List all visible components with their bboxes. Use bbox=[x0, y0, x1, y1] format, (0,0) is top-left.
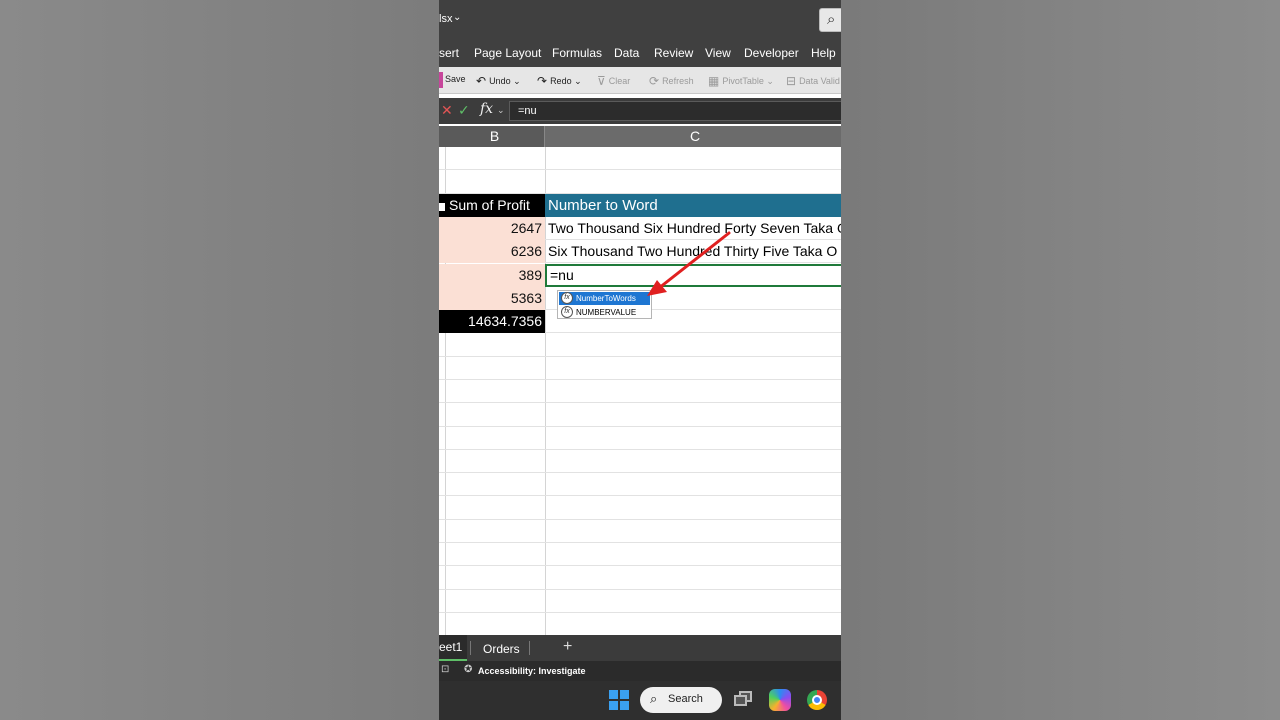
data-validation-button[interactable]: ⊟ Data Valid bbox=[786, 74, 840, 88]
chrome-icon[interactable] bbox=[807, 690, 827, 710]
autocomplete-option[interactable]: fx NumberToWords bbox=[559, 292, 650, 305]
excel-window: lsx ⌄ ⌕ sert Page Layout Formulas Data R… bbox=[439, 0, 841, 720]
redo-button[interactable]: ↷ Redo ⌄ bbox=[537, 74, 582, 88]
insert-function-button[interactable]: fx bbox=[480, 101, 493, 117]
chevron-down-icon[interactable]: ⌄ bbox=[574, 76, 582, 86]
accessibility-icon: ✪ bbox=[464, 664, 473, 675]
table-row bbox=[439, 147, 841, 171]
search-icon: ⌕ bbox=[827, 11, 836, 28]
filter-clear-icon: ⊽ bbox=[597, 74, 606, 88]
formula-autocomplete: fx NumberToWords fx NUMBERVALUE bbox=[557, 290, 652, 319]
table-row bbox=[439, 473, 841, 497]
sheet-tab-active[interactable]: eet1 bbox=[439, 635, 467, 661]
tab-review[interactable]: Review bbox=[654, 46, 693, 60]
taskbar-search[interactable]: ⌕ Search bbox=[640, 687, 722, 713]
text-cell[interactable]: Two Thousand Six Hundred Forty Seven Tak… bbox=[545, 217, 841, 240]
table-row bbox=[439, 450, 841, 474]
tab-formulas[interactable]: Formulas bbox=[552, 46, 602, 60]
file-name[interactable]: lsx bbox=[439, 13, 452, 25]
column-header-b[interactable]: B bbox=[445, 126, 545, 147]
cancel-icon[interactable]: ✕ bbox=[441, 102, 453, 119]
spreadsheet-grid[interactable]: Sum of Profit Number to Word 2647 Two Th… bbox=[439, 147, 841, 635]
table-row bbox=[439, 566, 841, 590]
table-row bbox=[439, 357, 841, 380]
title-bar: lsx ⌄ ⌕ bbox=[439, 0, 841, 40]
refresh-icon: ⟳ bbox=[649, 74, 660, 88]
chevron-down-icon[interactable]: ⌄ bbox=[513, 76, 521, 86]
data-validation-icon: ⊟ bbox=[786, 74, 797, 88]
status-bar: ⊡ ✪ Accessibility: Investigate bbox=[439, 661, 841, 681]
save-button[interactable]: Save bbox=[445, 74, 466, 84]
filter-icon[interactable] bbox=[439, 202, 445, 211]
value-cell[interactable]: 389 bbox=[439, 263, 545, 287]
add-sheet-button[interactable]: + bbox=[563, 638, 572, 656]
table-row bbox=[439, 497, 841, 520]
accessibility-status[interactable]: Accessibility: Investigate bbox=[478, 666, 586, 676]
task-view-icon[interactable] bbox=[734, 691, 752, 707]
tab-view[interactable]: View bbox=[705, 46, 731, 60]
table-row: 6236 Six Thousand Two Hundred Thirty Fiv… bbox=[439, 240, 841, 264]
quick-toolbar: Save ↶ Undo ⌄ ↷ Redo ⌄ ⊽ Clear ⟳ Refresh ▦ Pi… bbox=[439, 67, 841, 94]
tab-insert[interactable]: sert bbox=[439, 46, 459, 60]
chevron-down-icon[interactable]: ⌄ bbox=[453, 12, 461, 23]
table-row bbox=[439, 613, 841, 635]
tab-help[interactable]: Help bbox=[811, 46, 836, 60]
undo-button[interactable]: ↶ Undo ⌄ bbox=[476, 74, 521, 88]
formula-bar: ✕ ✓ fx ⌄ =nu bbox=[439, 98, 841, 124]
header-cell[interactable]: Number to Word bbox=[545, 193, 841, 217]
clear-button[interactable]: ⊽ Clear bbox=[597, 74, 630, 88]
tab-developer[interactable]: Developer bbox=[744, 46, 799, 60]
tab-divider bbox=[470, 641, 471, 655]
copilot-icon[interactable] bbox=[769, 689, 791, 711]
chevron-down-icon[interactable]: ⌄ bbox=[497, 105, 505, 116]
formula-input[interactable]: =nu bbox=[509, 101, 841, 121]
windows-taskbar: ⌕ Search bbox=[439, 681, 841, 720]
column-header-c[interactable]: C bbox=[545, 126, 841, 147]
table-row bbox=[439, 543, 841, 567]
function-icon: fx bbox=[561, 292, 573, 304]
sheet-tab-orders[interactable]: Orders bbox=[483, 642, 520, 656]
undo-icon: ↶ bbox=[476, 74, 487, 88]
table-row bbox=[439, 380, 841, 404]
value-cell[interactable]: 5363 bbox=[439, 286, 545, 310]
tab-data[interactable]: Data bbox=[614, 46, 639, 60]
table-row bbox=[439, 427, 841, 450]
grand-total-cell[interactable]: 14634.7356 bbox=[439, 310, 545, 334]
table-row: 389 =nu bbox=[439, 263, 841, 287]
windows-start-icon[interactable] bbox=[609, 690, 629, 710]
refresh-button[interactable]: ⟳ Refresh bbox=[649, 74, 694, 88]
ribbon-tabs: sert Page Layout Formulas Data Review Vi… bbox=[439, 40, 841, 67]
value-cell[interactable]: 2647 bbox=[439, 216, 545, 240]
table-row: Sum of Profit Number to Word bbox=[439, 193, 841, 217]
search-button[interactable]: ⌕ bbox=[819, 8, 841, 32]
function-icon: fx bbox=[561, 306, 573, 318]
autocomplete-option[interactable]: fx NUMBERVALUE bbox=[559, 306, 650, 319]
redo-icon: ↷ bbox=[537, 74, 548, 88]
table-row bbox=[439, 333, 841, 357]
table-row bbox=[439, 520, 841, 544]
check-icon[interactable]: ✓ bbox=[458, 102, 470, 119]
table-row: 2647 Two Thousand Six Hundred Forty Seve… bbox=[439, 216, 841, 241]
pivottable-button[interactable]: ▦ PivotTable ⌄ bbox=[708, 74, 774, 88]
table-row bbox=[439, 170, 841, 194]
active-edit-cell[interactable]: =nu bbox=[545, 263, 841, 287]
tab-page-layout[interactable]: Page Layout bbox=[474, 46, 541, 60]
macro-recorder-icon[interactable]: ⊡ bbox=[441, 664, 449, 675]
column-headers: B C bbox=[439, 126, 841, 147]
pivot-header-cell[interactable]: Sum of Profit bbox=[439, 193, 545, 217]
sheet-tabs: eet1 Orders + bbox=[439, 635, 841, 661]
chevron-down-icon[interactable]: ⌄ bbox=[766, 76, 774, 86]
value-cell[interactable]: 6236 bbox=[439, 240, 545, 264]
table-row bbox=[439, 590, 841, 613]
save-icon bbox=[439, 72, 443, 88]
tab-divider bbox=[529, 641, 530, 655]
search-icon: ⌕ bbox=[650, 691, 658, 706]
table-row bbox=[439, 403, 841, 427]
text-cell[interactable]: Six Thousand Two Hundred Thirty Five Tak… bbox=[545, 240, 841, 263]
pivottable-icon: ▦ bbox=[708, 74, 720, 88]
